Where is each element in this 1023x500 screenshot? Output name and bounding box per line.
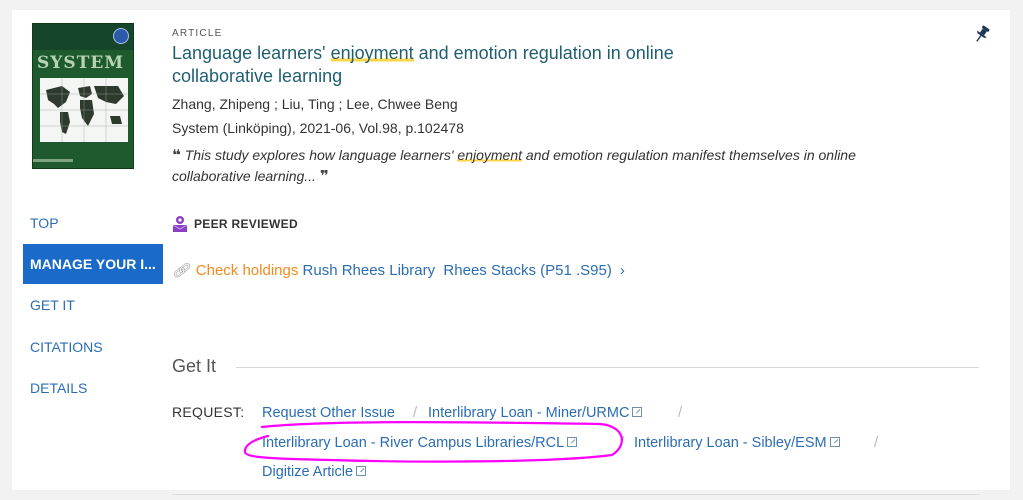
abstract-highlight: enjoyment bbox=[457, 147, 523, 163]
cover-journal-name: SYSTEM bbox=[37, 53, 125, 73]
holdings-row[interactable]: 🔗︎ Check holdings Rush Rhees Library Rhe… bbox=[172, 262, 625, 279]
digitize-article-link[interactable]: Digitize Article bbox=[262, 464, 367, 480]
section-divider bbox=[236, 367, 979, 368]
link-label[interactable]: Request Other Issue bbox=[262, 405, 395, 421]
external-link-icon bbox=[632, 407, 643, 417]
external-link-icon bbox=[356, 466, 367, 476]
nav-item-get-it[interactable]: GET IT bbox=[23, 285, 163, 325]
link-icon: 🔗︎ bbox=[172, 262, 190, 278]
peer-reviewed-label: PEER REVIEWED bbox=[194, 217, 298, 231]
title-highlight[interactable]: enjoyment bbox=[330, 43, 414, 63]
link-separator: / bbox=[620, 434, 625, 451]
external-link-icon bbox=[829, 437, 840, 447]
get-it-heading: Get It bbox=[172, 356, 217, 376]
link-separator: / bbox=[413, 404, 418, 421]
shelf-location[interactable]: Rhees Stacks (P51 .S95) bbox=[443, 262, 611, 279]
peer-reviewed-icon bbox=[172, 216, 188, 232]
link-separator: / bbox=[678, 404, 683, 421]
nav-item-top[interactable]: TOP bbox=[23, 203, 163, 243]
ill-river-campus-rcl-link[interactable]: Interlibrary Loan - River Campus Librari… bbox=[262, 435, 578, 451]
title-text[interactable]: Language learners' bbox=[172, 43, 331, 63]
link-separator: / bbox=[874, 434, 879, 451]
ill-sibley-esm-link[interactable]: Interlibrary Loan - Sibley/ESM bbox=[634, 435, 840, 451]
request-other-issue-link[interactable]: Request Other Issue bbox=[262, 405, 395, 421]
quote-open-icon: ❝ bbox=[172, 147, 181, 164]
peer-reviewed-badge: PEER REVIEWED bbox=[172, 214, 298, 234]
check-holdings-link[interactable]: Check holdings bbox=[196, 262, 299, 279]
link-label[interactable]: Interlibrary Loan - Sibley/ESM bbox=[634, 435, 827, 451]
cover-emblem-icon bbox=[113, 28, 129, 44]
ill-miner-urmc-link[interactable]: Interlibrary Loan - Miner/URMC bbox=[428, 405, 643, 421]
nav-item-citations[interactable]: CITATIONS bbox=[23, 327, 163, 367]
authors: Zhang, Zhipeng ; Liu, Ting ; Lee, Chwee … bbox=[172, 96, 458, 112]
link-label[interactable]: Interlibrary Loan - River Campus Librari… bbox=[262, 435, 564, 451]
link-label[interactable]: Digitize Article bbox=[262, 464, 353, 480]
journal-cover[interactable]: SYSTEM bbox=[32, 23, 134, 169]
link-label[interactable]: Interlibrary Loan - Miner/URMC bbox=[428, 405, 629, 421]
abstract-snippet: ❝ This study explores how language learn… bbox=[172, 145, 932, 187]
abstract-text: This study explores how language learner… bbox=[184, 147, 458, 163]
nav-item-manage-your-item[interactable]: MANAGE YOUR I... bbox=[23, 244, 163, 284]
request-label: REQUEST: bbox=[172, 404, 245, 420]
external-link-icon bbox=[567, 437, 578, 447]
source-citation: System (Linköping), 2021-06, Vol.98, p.1… bbox=[172, 120, 464, 136]
chevron-right-icon[interactable]: › bbox=[620, 262, 625, 279]
record-title[interactable]: Language learners' enjoyment and emotion… bbox=[172, 42, 772, 88]
pin-icon[interactable] bbox=[972, 24, 992, 49]
quote-close-icon: ❞ bbox=[319, 168, 329, 185]
world-map-icon bbox=[40, 78, 128, 142]
nav-item-details[interactable]: DETAILS bbox=[23, 368, 163, 408]
resource-type: ARTICLE bbox=[172, 28, 223, 39]
library-name[interactable]: Rush Rhees Library bbox=[303, 262, 436, 279]
section-divider bbox=[172, 494, 980, 495]
cover-footer bbox=[33, 159, 73, 162]
